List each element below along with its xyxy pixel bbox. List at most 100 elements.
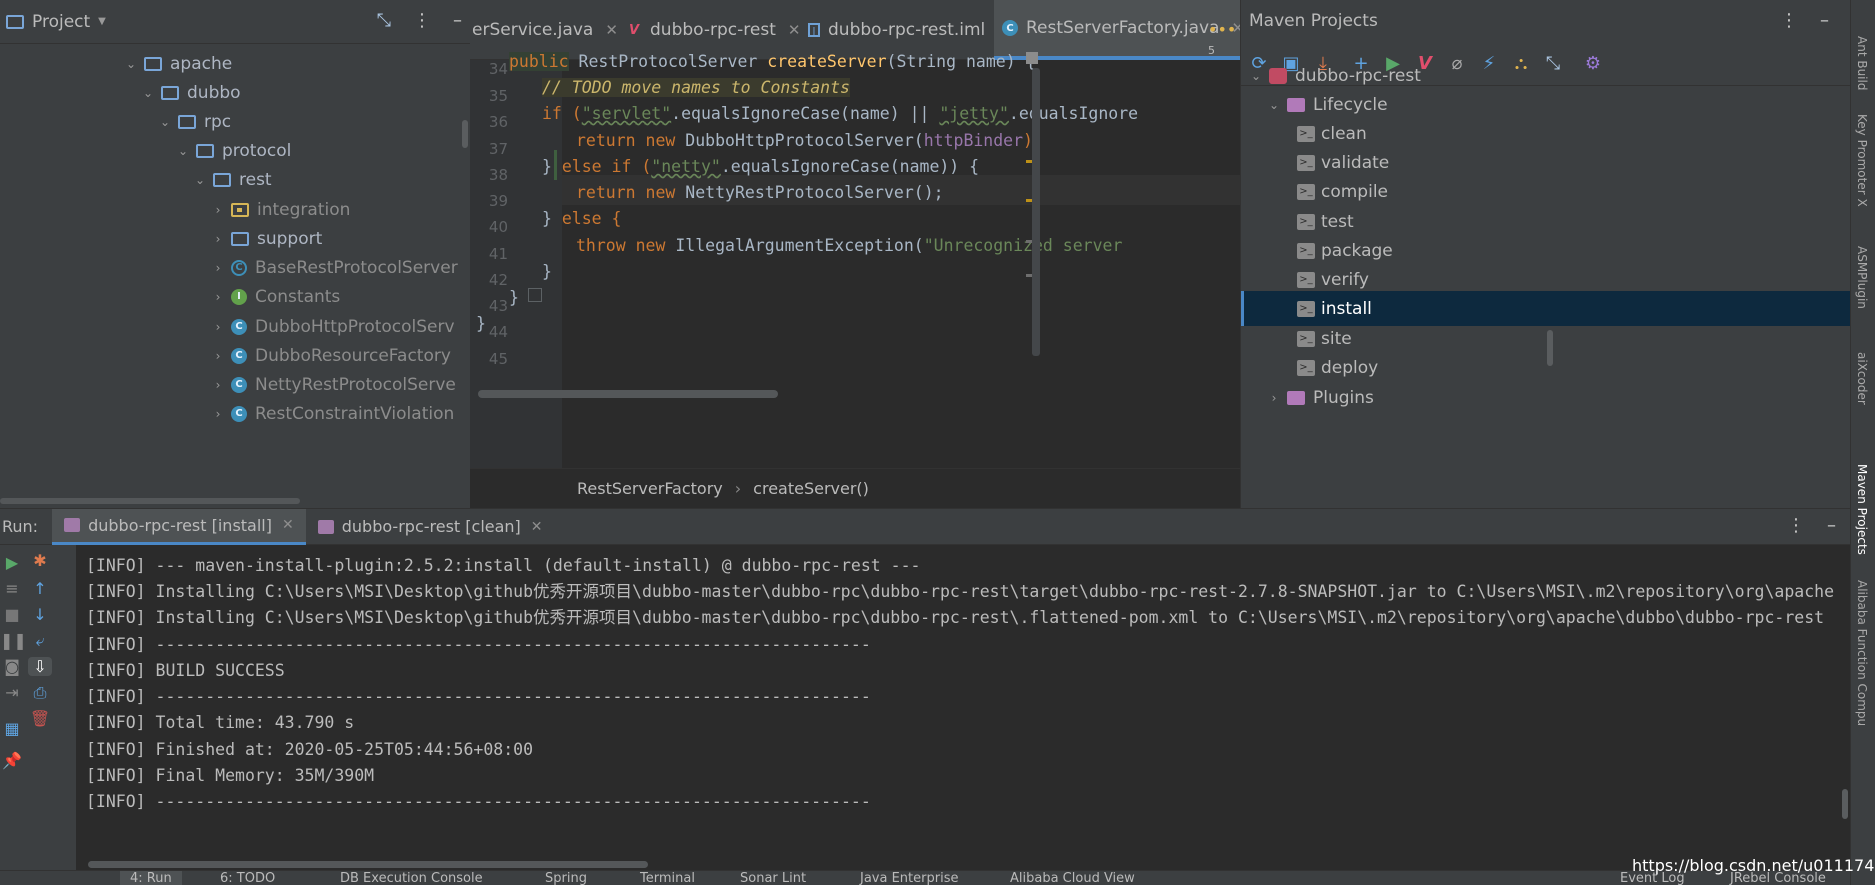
project-panel-title[interactable]: Project [32, 12, 90, 32]
terminal-icon [317, 519, 334, 534]
chevron-down-icon[interactable]: ⌄ [158, 115, 172, 129]
chevron-right-icon[interactable]: › [211, 378, 225, 392]
code-line-43[interactable]: } [509, 283, 519, 313]
console-vertical-scrollbar[interactable] [1842, 789, 1848, 819]
minimize-icon[interactable]: – [1827, 515, 1836, 536]
editor-horizontal-scrollbar[interactable] [478, 390, 778, 398]
code-line-41[interactable]: throw new IllegalArgumentException("Unre… [576, 231, 1122, 261]
tool-tab-maven-projects[interactable]: Maven Projects [1855, 464, 1869, 555]
chevron-down-icon[interactable]: ▼ [98, 16, 106, 27]
analysis-status-icon[interactable] [1026, 52, 1038, 64]
minimize-icon[interactable]: – [1820, 10, 1829, 31]
chevron-right-icon[interactable]: › [211, 261, 225, 275]
chevron-down-icon[interactable]: ⌄ [141, 86, 155, 100]
layout-icon[interactable]: ▦ [0, 719, 24, 738]
toggle-tree-icon[interactable]: ≡ [0, 579, 24, 598]
chevron-right-icon[interactable]: › [211, 320, 225, 334]
maven-goal-label: package [1321, 240, 1393, 261]
maven-goal-icon: >_ [1297, 125, 1315, 142]
project-view-icon [6, 14, 24, 29]
code-line-42[interactable]: } [542, 257, 552, 287]
maven-plugins-row[interactable]: › Plugins [1241, 380, 1850, 415]
close-icon[interactable]: ✕ [788, 21, 801, 39]
code-line-40[interactable]: } else { [542, 204, 621, 234]
line-number: 37 [488, 140, 508, 158]
pause-icon[interactable]: ❚❚ [0, 631, 27, 650]
breadcrumb-item[interactable]: createServer() [753, 479, 869, 498]
code-token: RestProtocolServer [568, 52, 768, 71]
up-arrow-icon[interactable]: ↑ [28, 579, 52, 598]
chevron-right-icon[interactable]: › [211, 349, 225, 363]
run-tab-clean[interactable]: dubbo-rpc-rest [clean] ✕ [306, 509, 555, 545]
soft-wrap-icon[interactable]: ⤶ [28, 631, 52, 651]
package-icon [231, 202, 249, 217]
close-icon[interactable]: ✕ [531, 519, 543, 535]
chevron-right-icon[interactable]: › [211, 232, 225, 246]
editor-vertical-scrollbar[interactable] [1032, 68, 1040, 356]
breadcrumb-item[interactable]: RestServerFactory [577, 479, 723, 498]
debug-icon[interactable]: ✱ [28, 551, 52, 570]
maven-goal-label: test [1321, 211, 1354, 232]
maven-tree-scrollbar[interactable] [1547, 330, 1553, 366]
tool-tab-ant-build[interactable]: Ant Build [1855, 36, 1869, 90]
code-line-44[interactable]: } [476, 309, 486, 339]
tool-button-todo[interactable]: 6: TODO [220, 871, 275, 885]
more-options-icon[interactable]: ⋮ [413, 10, 431, 31]
close-icon[interactable]: ✕ [605, 21, 618, 39]
run-tab-install[interactable]: dubbo-rpc-rest [install] ✕ [52, 508, 306, 545]
tool-tab-alibaba-function-compute[interactable]: Alibaba Function Compu [1855, 580, 1869, 726]
maven-panel-title: Maven Projects [1249, 11, 1378, 31]
print-icon[interactable]: ⎙ [28, 683, 52, 703]
tool-button-run[interactable]: 4: Run [120, 871, 182, 885]
project-tree-scrollbar[interactable] [462, 120, 468, 148]
code-editor: erService.java ✕ Vdubbo-rpc-rest ✕ | dubbo-… [470, 0, 1240, 508]
chevron-down-icon[interactable]: ⌄ [176, 144, 190, 158]
rerun-icon[interactable]: ▶ [0, 553, 24, 572]
watermark: https://blog.csdn.net/u011174699 [1632, 856, 1875, 875]
tool-button-sonarlint[interactable]: Sonar Lint [740, 871, 806, 885]
exit-icon[interactable]: ⇥ [0, 683, 24, 702]
code-token: return new [576, 131, 686, 150]
tool-tab-key-promoter[interactable]: Key Promoter X [1855, 114, 1869, 207]
down-arrow-icon[interactable]: ↓ [28, 605, 52, 624]
more-options-icon[interactable]: ⋮ [1787, 515, 1805, 536]
tree-item-rest-constraint-violation[interactable]: › C RestConstraintViolation [211, 396, 455, 431]
chevron-down-icon[interactable]: ⌄ [1249, 69, 1263, 83]
tool-button-alibaba-cloud[interactable]: Alibaba Cloud View [1010, 871, 1135, 885]
code-token: .equalsIgnoreCase(name) || [671, 104, 940, 123]
fold-marker-icon[interactable] [528, 288, 542, 302]
console-horizontal-scrollbar[interactable] [88, 861, 648, 868]
code-line-39[interactable]: return new NettyRestProtocolServer(); [576, 178, 944, 208]
stop-icon[interactable]: ■ [0, 605, 24, 624]
tool-tab-aixcoder[interactable]: aiXcoder [1855, 352, 1869, 405]
more-tabs-icon[interactable]: ••• 5 [1208, 20, 1240, 58]
close-icon[interactable]: ✕ [282, 517, 294, 533]
pin-icon[interactable]: 📌 [0, 751, 24, 770]
tool-button-spring[interactable]: Spring [545, 871, 587, 885]
collapse-all-icon[interactable]: ⤡ [377, 10, 391, 31]
minimize-icon[interactable]: – [453, 10, 462, 31]
folder-icon [178, 114, 196, 129]
tool-button-db-console[interactable]: DB Execution Console [340, 871, 483, 885]
chevron-right-icon[interactable]: › [211, 407, 225, 421]
folder-icon [144, 56, 162, 71]
code-field: httpBinder [923, 131, 1024, 150]
tool-tab-asm-plugin[interactable]: ASMPlugin [1855, 246, 1869, 309]
chevron-down-icon[interactable]: ⌄ [193, 173, 207, 187]
more-options-icon[interactable]: ⋮ [1780, 10, 1798, 31]
trash-icon[interactable]: 🗑 [28, 709, 52, 728]
abstract-class-icon: C [231, 259, 247, 276]
chevron-down-icon[interactable]: ⌄ [124, 57, 138, 71]
tab-label: dubbo-rpc-rest [650, 20, 776, 40]
camera-icon[interactable]: ◙ [0, 657, 24, 676]
chevron-right-icon[interactable]: › [211, 203, 225, 217]
chevron-right-icon[interactable]: › [211, 290, 225, 304]
chevron-down-icon[interactable]: ⌄ [1267, 98, 1281, 112]
tool-button-terminal[interactable]: Terminal [640, 871, 695, 885]
chevron-right-icon[interactable]: › [1267, 391, 1281, 405]
code-line-36[interactable]: if ("servlet".equalsIgnoreCase(name) || … [542, 99, 1138, 129]
scroll-to-end-icon[interactable]: ⇩ [28, 657, 52, 676]
project-tree-hscrollbar[interactable] [0, 498, 300, 504]
tool-button-java-enterprise[interactable]: Java Enterprise [860, 871, 958, 885]
console-output[interactable]: [INFO] --- maven-install-plugin:2.5.2:in… [86, 545, 1850, 865]
